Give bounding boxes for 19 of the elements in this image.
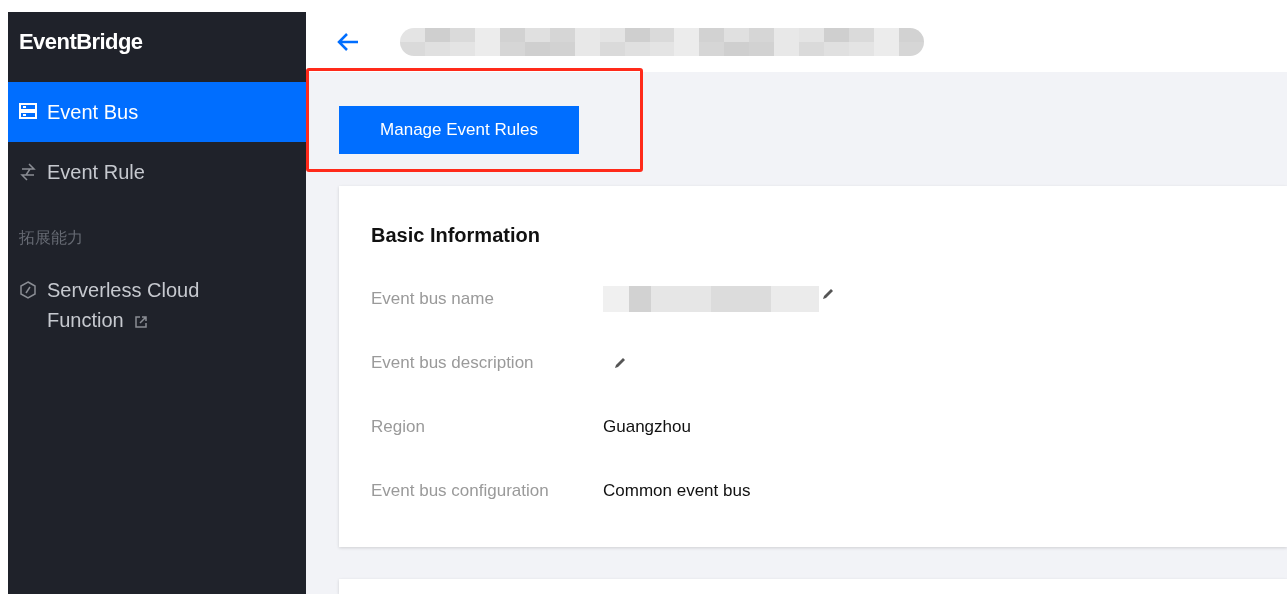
exchange-icon — [19, 163, 37, 181]
edit-icon[interactable] — [613, 356, 627, 370]
field-label: Event bus name — [371, 288, 495, 311]
field-label: Event bus configuration — [371, 480, 550, 503]
field-label: Region — [371, 416, 426, 439]
server-icon — [19, 103, 37, 119]
field-value: Guangzhou — [603, 416, 691, 439]
nav-group-label: 拓展能力 — [18, 228, 84, 248]
edit-icon[interactable] — [821, 287, 835, 301]
field-label: Event bus description — [371, 352, 535, 375]
app-title: EventBridge — [18, 27, 144, 56]
nav-item[interactable]: Event Bus — [8, 82, 306, 142]
nav-item[interactable]: Serverless Cloud Function — [8, 260, 306, 350]
manage-rules-button[interactable]: Manage Event Rules — [339, 106, 579, 154]
hexagon-icon — [19, 281, 37, 299]
field-value: Common event bus — [603, 480, 751, 503]
back-arrow-icon[interactable] — [336, 32, 360, 52]
nav-item[interactable]: Event Rule — [8, 142, 306, 202]
card-title: Basic Information — [371, 223, 541, 248]
